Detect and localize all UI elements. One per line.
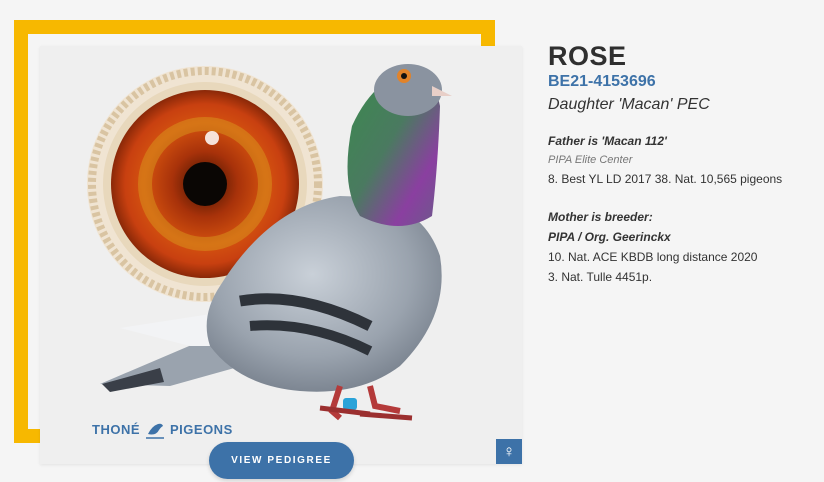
father-result: 8. Best YL LD 2017 38. Nat. 10,565 pigeo… (548, 172, 783, 186)
thone-pigeons-logo: THONÉ PIGEONS (92, 418, 233, 440)
pigeon-name: ROSE (548, 41, 627, 71)
logo-text-left: THONÉ (92, 421, 140, 437)
pigeon-subtitle: Daughter 'Macan' PEC (548, 96, 710, 113)
mother-heading: Mother is breeder: (548, 210, 653, 224)
father-subheading: PIPA Elite Center (548, 154, 633, 166)
pigeon-info-panel: ROSE BE21-4153696 Daughter 'Macan' PEC F… (548, 40, 818, 287)
father-section: Father is 'Macan 112' PIPA Elite Center … (548, 131, 818, 189)
mother-result: 10. Nat. ACE KBDB long distance 2020 (548, 250, 758, 264)
father-heading: Father is 'Macan 112' (548, 134, 667, 148)
pigeon-logo-icon (146, 423, 164, 439)
ring-number: BE21-4153696 (548, 73, 656, 90)
view-pedigree-button[interactable]: VIEW PEDIGREE (209, 442, 354, 479)
pigeon-illustration (87, 64, 452, 421)
mother-breeder: PIPA / Org. Geerinckx (548, 230, 671, 244)
mother-result: 3. Nat. Tulle 4451p. (548, 270, 653, 284)
logo-text-right: PIGEONS (170, 421, 233, 437)
mother-section: Mother is breeder: PIPA / Org. Geerinckx… (548, 207, 818, 287)
pigeon-photo: THONÉ PIGEONS ♀ (40, 46, 522, 464)
female-gender-icon: ♀ (496, 439, 522, 464)
